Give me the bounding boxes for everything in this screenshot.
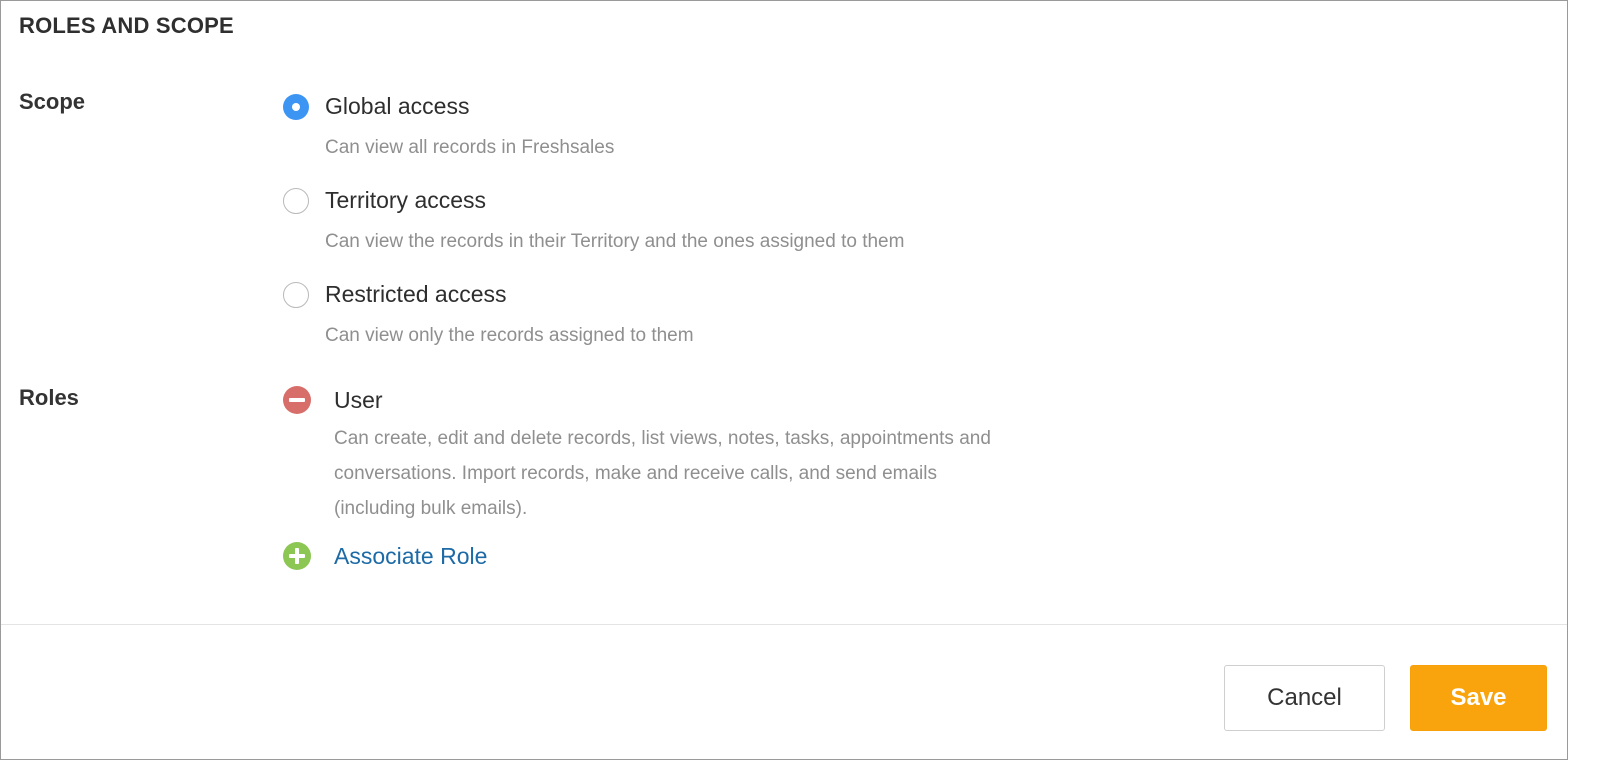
scope-option-label: Restricted access	[325, 281, 507, 307]
scope-option-description: Can view the records in their Territory …	[325, 231, 905, 252]
roles-label: Roles	[19, 385, 79, 410]
scope-label: Scope	[19, 89, 86, 114]
associate-role-label[interactable]: Associate Role	[334, 543, 487, 570]
scope-option-label: Global access	[325, 93, 470, 119]
radio-unchecked-icon[interactable]	[283, 281, 309, 308]
role-description: Can create, edit and delete records, lis…	[334, 428, 991, 519]
save-button[interactable]: Save	[1410, 665, 1547, 731]
section-title: ROLES AND SCOPE	[19, 13, 234, 38]
associate-role-link[interactable]: Associate Role	[283, 542, 487, 570]
role-name: User	[334, 386, 383, 413]
scope-option-global[interactable]: Global access	[283, 93, 469, 120]
add-circle-icon[interactable]	[283, 542, 311, 570]
remove-circle-icon[interactable]	[283, 386, 311, 414]
scope-option-territory[interactable]: Territory access	[283, 187, 486, 214]
scope-option-restricted[interactable]: Restricted access	[283, 281, 507, 308]
radio-checked-icon[interactable]	[283, 93, 309, 120]
roles-and-scope-panel: ROLES AND SCOPE Scope Global access Can …	[0, 0, 1568, 760]
scope-option-description: Can view all records in Freshsales	[325, 137, 615, 158]
cancel-button[interactable]: Cancel	[1224, 665, 1385, 731]
scope-option-description: Can view only the records assigned to th…	[325, 325, 694, 346]
radio-unchecked-icon[interactable]	[283, 187, 309, 214]
role-item-user: User	[283, 386, 383, 414]
scope-option-label: Territory access	[325, 187, 487, 213]
footer-divider	[1, 624, 1567, 625]
